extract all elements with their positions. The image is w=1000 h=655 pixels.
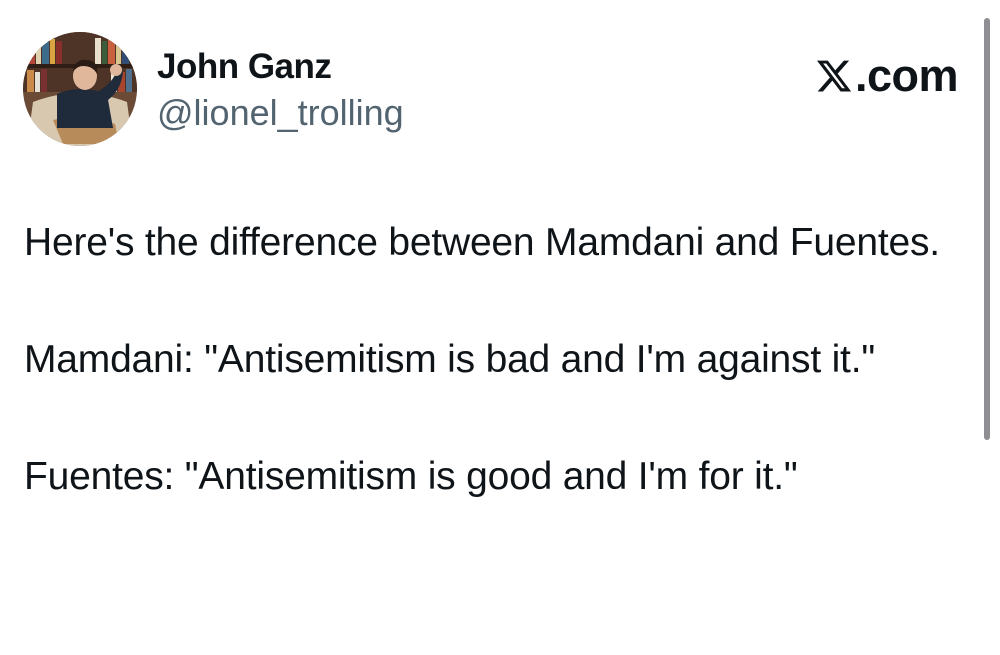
tweet-paragraph: Here's the difference between Mamdani an… — [24, 221, 940, 264]
brand-label: .com — [854, 50, 959, 101]
x-com-brand: .com — [815, 50, 959, 101]
author-handle[interactable]: @lionel_trolling — [157, 91, 404, 135]
x-logo-icon — [816, 60, 852, 92]
tweet-paragraph: Mamdani: "Antisemitism is bad and I'm ag… — [24, 338, 875, 381]
author-display-name[interactable]: John Ganz — [157, 46, 332, 88]
avatar[interactable] — [23, 32, 137, 146]
avatar-photo-icon — [23, 32, 137, 146]
tweet-paragraph: Fuentes: "Antisemitism is good and I'm f… — [24, 455, 798, 498]
tweet-text: Here's the difference between Mamdani an… — [24, 213, 964, 506]
scrollbar[interactable] — [984, 18, 990, 440]
